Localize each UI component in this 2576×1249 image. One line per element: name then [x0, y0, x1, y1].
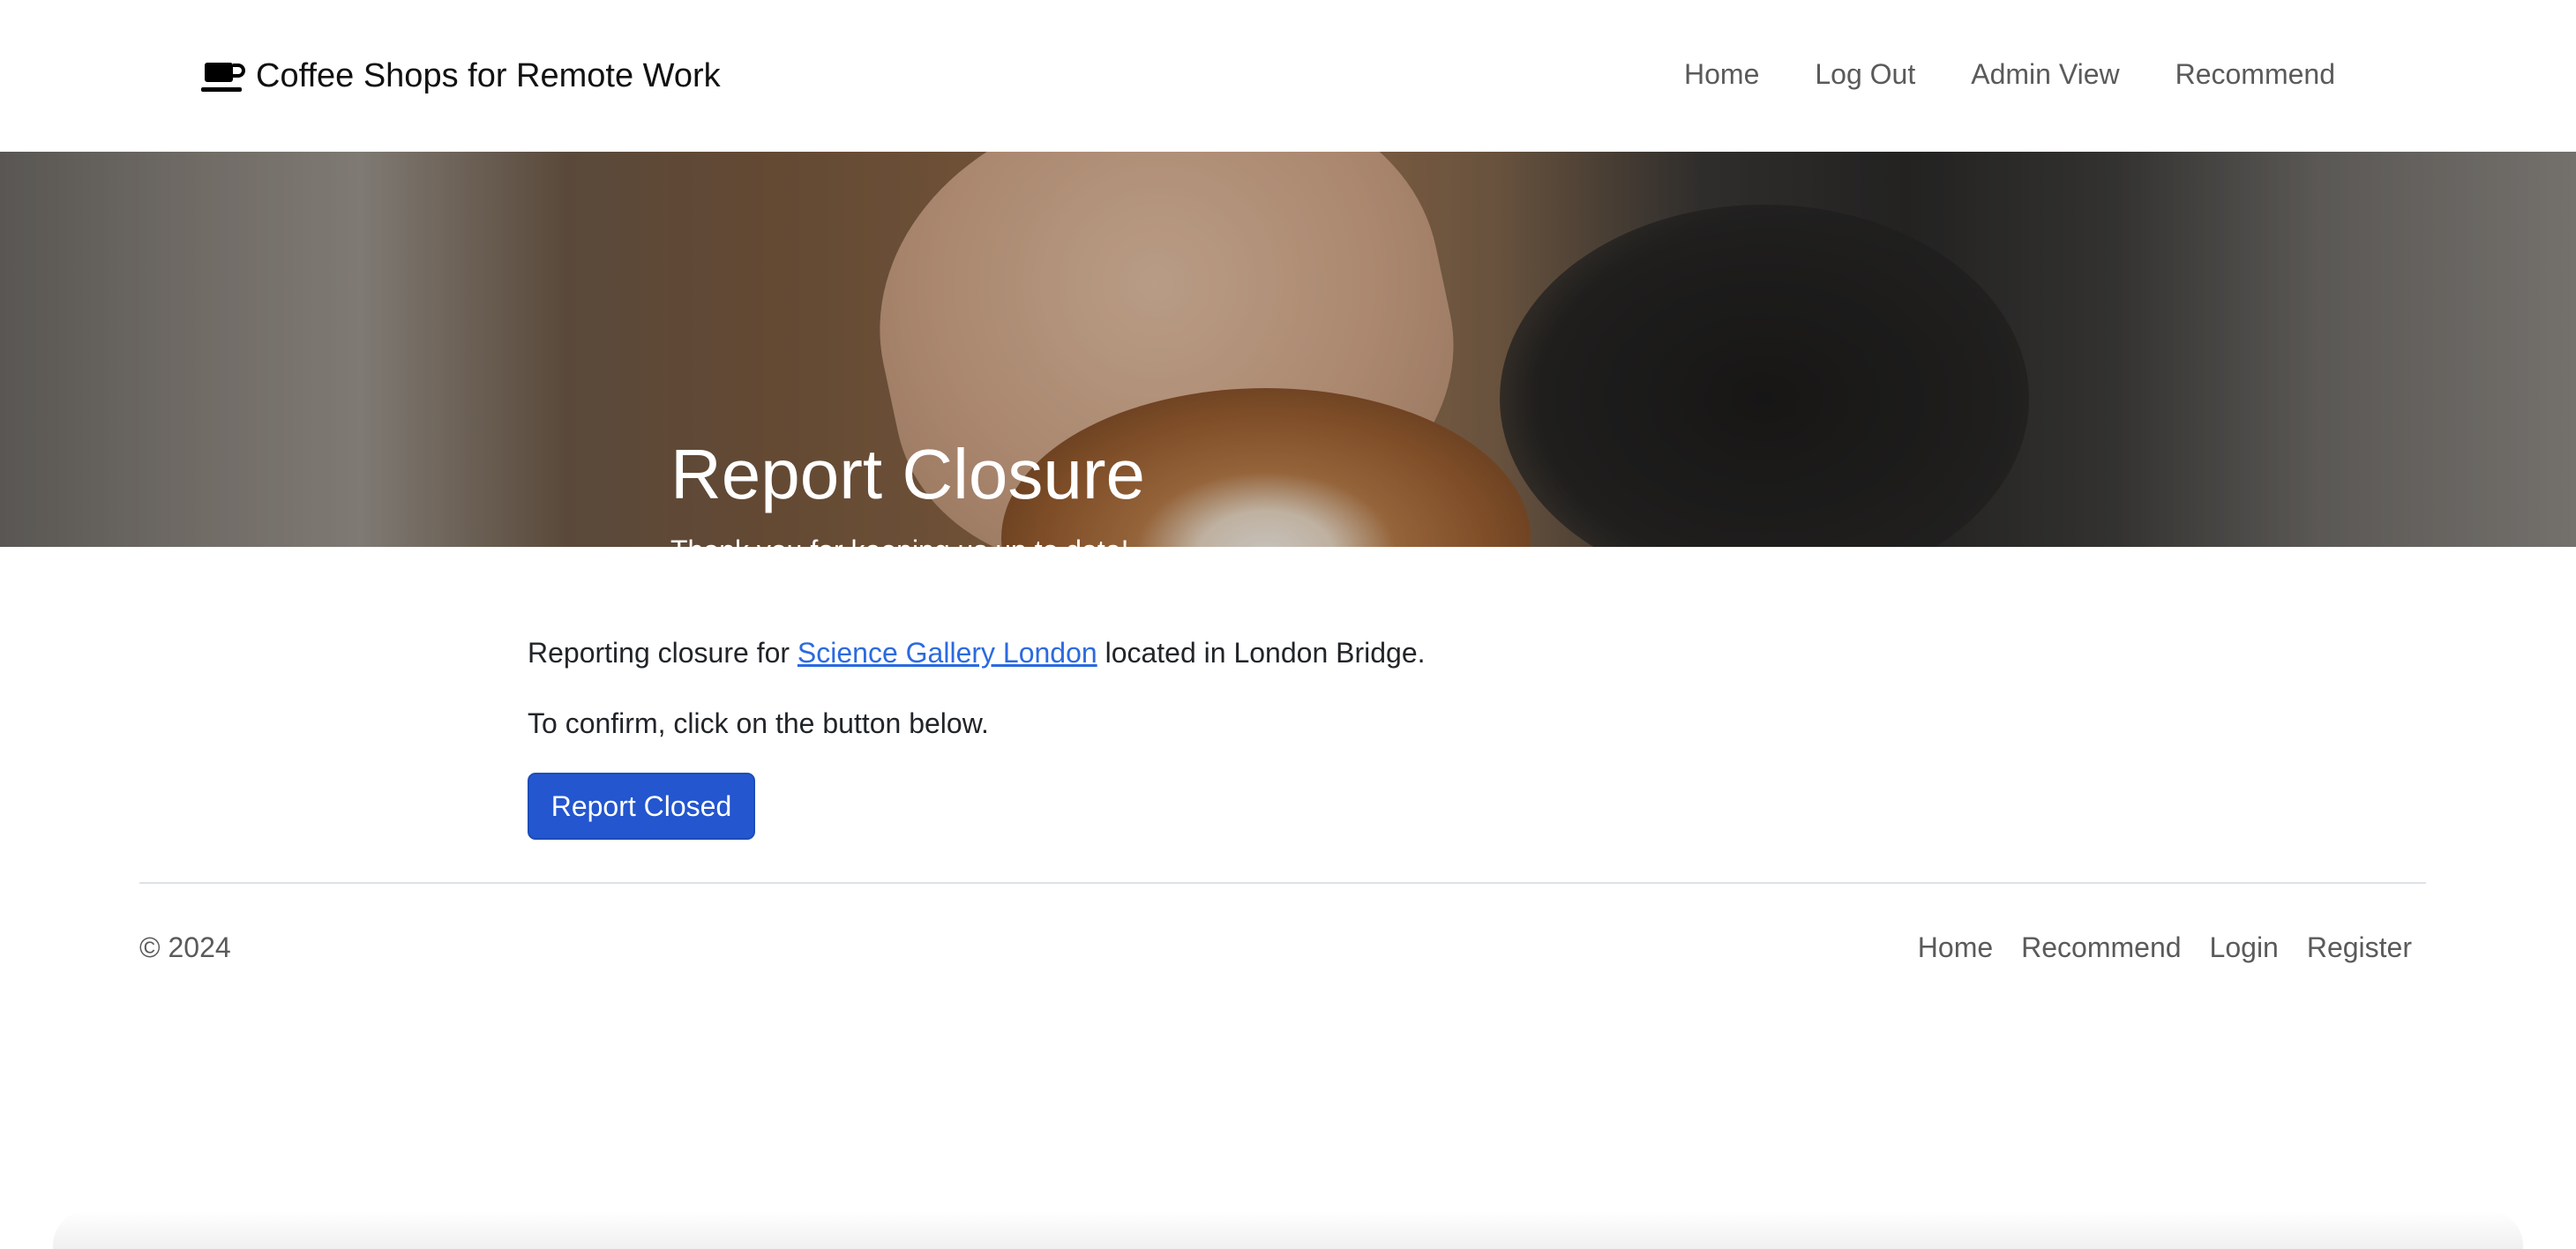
- hero-banner: Report Closure Thank you for keeping us …: [0, 152, 2576, 547]
- footer-home-link[interactable]: Home: [1918, 928, 1993, 967]
- intro-suffix: located in London Bridge.: [1105, 637, 1426, 669]
- shop-name-link[interactable]: Science Gallery London: [798, 637, 1097, 669]
- navbar: Coffee Shops for Remote Work Home Log Ou…: [0, 0, 2576, 152]
- hero-overlay: [0, 152, 2576, 547]
- main-nav: Home Log Out Admin View Recommend: [1629, 55, 2335, 93]
- bottom-shadow: [53, 1210, 2523, 1249]
- brand-title: Coffee Shops for Remote Work: [256, 56, 721, 94]
- nav-recommend-link[interactable]: Recommend: [2175, 55, 2335, 93]
- page-title: Report Closure: [670, 435, 1146, 513]
- nav-admin-view-link[interactable]: Admin View: [1971, 55, 2119, 93]
- footer-login-link[interactable]: Login: [2210, 928, 2279, 967]
- footer-register-link[interactable]: Register: [2307, 928, 2412, 967]
- nav-logout-link[interactable]: Log Out: [1815, 55, 1915, 93]
- brand-link[interactable]: Coffee Shops for Remote Work: [201, 51, 721, 101]
- nav-home-link[interactable]: Home: [1684, 55, 1759, 93]
- footer-recommend-link[interactable]: Recommend: [2021, 928, 2181, 967]
- report-closed-button[interactable]: Report Closed: [528, 773, 755, 840]
- closure-intro-text: Reporting closure for Science Gallery Lo…: [528, 628, 2115, 677]
- footer-divider: [139, 882, 2426, 884]
- confirm-text: To confirm, click on the button below.: [528, 707, 989, 739]
- coffee-cup-icon: [201, 63, 245, 92]
- footer-nav: Home Recommend Login Register: [1890, 928, 2412, 967]
- intro-prefix: Reporting closure for: [528, 637, 790, 669]
- page-subtitle: Thank you for keeping us up to date!: [670, 529, 1128, 547]
- copyright-text: © 2024: [139, 931, 231, 963]
- main-content: Reporting closure for Science Gallery Lo…: [528, 628, 2115, 748]
